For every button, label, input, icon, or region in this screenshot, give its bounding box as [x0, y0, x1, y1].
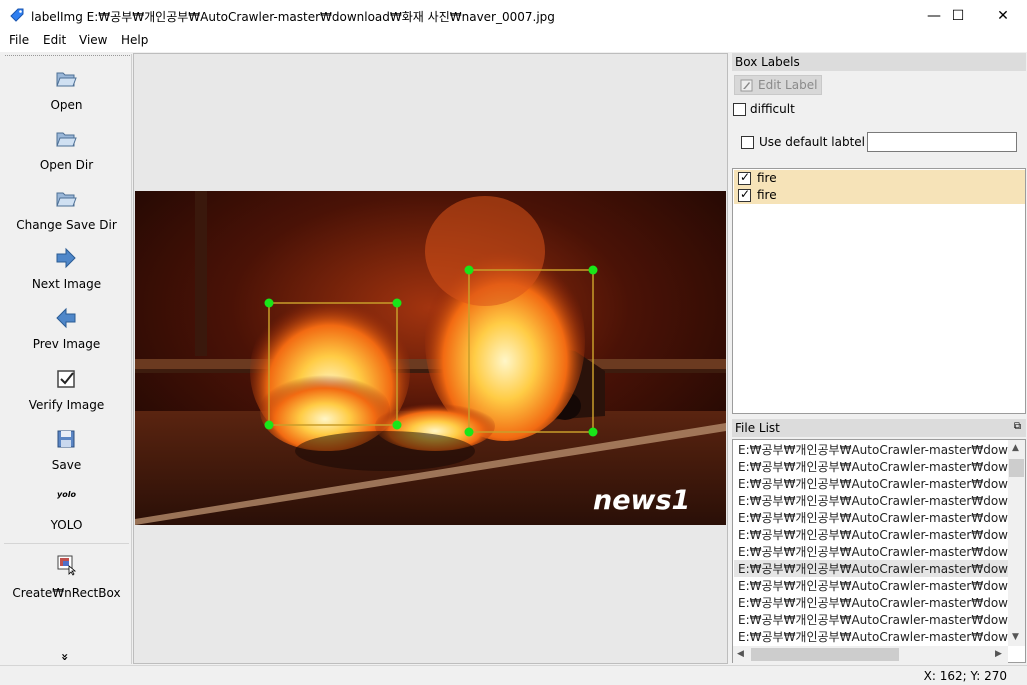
file-list-item[interactable]: E:₩공부₩개인공부₩AutoCrawler-master₩download₩화…	[734, 509, 1010, 526]
box-handle[interactable]	[392, 420, 402, 430]
box-handle[interactable]	[392, 298, 402, 308]
use-default-label-checkbox[interactable]	[741, 136, 754, 149]
file-list-item[interactable]: E:₩공부₩개인공부₩AutoCrawler-master₩download₩화…	[734, 526, 1010, 543]
file-list-item[interactable]: E:₩공부₩개인공부₩AutoCrawler-master₩download₩화…	[734, 611, 1010, 628]
box-handle[interactable]	[464, 265, 474, 275]
bounding-box-fire-1[interactable]	[268, 302, 398, 426]
box-handle[interactable]	[264, 298, 274, 308]
float-dock-icon[interactable]: ⧉	[1014, 421, 1021, 432]
file-list-vscrollbar[interactable]: ▲ ▼	[1008, 440, 1025, 646]
box-handle[interactable]	[588, 265, 598, 275]
label-item-text: fire	[757, 171, 777, 185]
file-list-item[interactable]: E:₩공부₩개인공부₩AutoCrawler-master₩download₩화…	[734, 441, 1010, 458]
status-bar: X: 162; Y: 270	[0, 665, 1027, 685]
file-list-header: File List ⧉	[732, 419, 1026, 437]
edit-label-text: Edit Label	[758, 78, 818, 92]
edit-label-button[interactable]: Edit Label	[734, 75, 822, 95]
file-list-item[interactable]: E:₩공부₩개인공부₩AutoCrawler-master₩download₩화…	[734, 543, 1010, 560]
scroll-down-icon[interactable]: ▼	[1012, 632, 1019, 642]
label-checkbox[interactable]	[738, 187, 751, 202]
scroll-left-icon[interactable]: ◀	[737, 649, 744, 659]
box-labels-header: Box Labels	[732, 53, 1026, 71]
hscroll-thumb[interactable]	[751, 648, 899, 661]
label-list[interactable]: fire fire	[732, 168, 1026, 414]
label-item-text: fire	[757, 188, 777, 202]
difficult-checkbox[interactable]	[733, 103, 746, 116]
label-checkbox[interactable]	[738, 170, 751, 185]
cursor-coordinates: X: 162; Y: 270	[923, 669, 1007, 683]
pencil-icon	[740, 79, 753, 95]
box-handle[interactable]	[264, 420, 274, 430]
box-handle[interactable]	[588, 427, 598, 437]
file-list[interactable]: E:₩공부₩개인공부₩AutoCrawler-master₩download₩화…	[732, 439, 1026, 663]
file-list-item[interactable]: E:₩공부₩개인공부₩AutoCrawler-master₩download₩화…	[734, 594, 1010, 611]
box-handle[interactable]	[464, 427, 474, 437]
file-list-item[interactable]: E:₩공부₩개인공부₩AutoCrawler-master₩download₩화…	[734, 628, 1010, 645]
file-list-hscrollbar[interactable]: ◀ ▶	[733, 646, 1008, 663]
scroll-up-icon[interactable]: ▲	[1012, 443, 1019, 453]
vscroll-thumb[interactable]	[1009, 459, 1024, 477]
file-list-item[interactable]: E:₩공부₩개인공부₩AutoCrawler-master₩download₩화…	[734, 492, 1010, 509]
scroll-right-icon[interactable]: ▶	[995, 649, 1002, 659]
difficult-label: difficult	[750, 102, 795, 116]
label-item[interactable]: fire	[734, 170, 1025, 187]
use-default-label-label: Use default labtel	[759, 135, 865, 149]
default-label-input[interactable]	[867, 132, 1017, 152]
bounding-box-fire-2[interactable]	[468, 269, 594, 433]
file-list-title: File List	[735, 421, 780, 435]
file-list-item[interactable]: E:₩공부₩개인공부₩AutoCrawler-master₩download₩화…	[734, 475, 1010, 492]
file-list-item-selected[interactable]: E:₩공부₩개인공부₩AutoCrawler-master₩download₩화…	[734, 560, 1010, 577]
file-list-item[interactable]: E:₩공부₩개인공부₩AutoCrawler-master₩download₩화…	[734, 577, 1010, 594]
file-list-item[interactable]: E:₩공부₩개인공부₩AutoCrawler-master₩download₩화…	[734, 458, 1010, 475]
label-item[interactable]: fire	[734, 187, 1025, 204]
